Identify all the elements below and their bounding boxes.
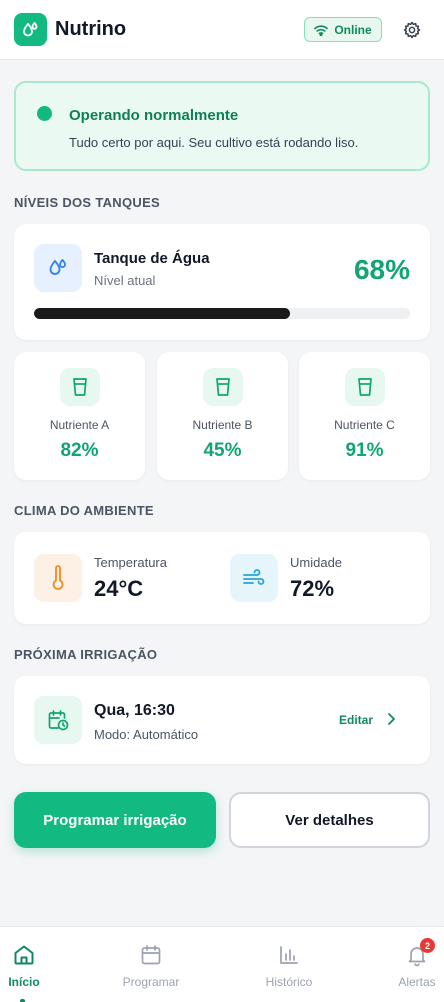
- nav-item-schedule[interactable]: Programar: [106, 927, 196, 1002]
- schedule-irrigation-button[interactable]: Programar irrigação: [14, 792, 216, 848]
- wifi-icon: [314, 24, 329, 36]
- water-drops-icon: [34, 244, 82, 292]
- nav-label-home: Início: [8, 975, 40, 989]
- water-level-bar-fill: [34, 308, 290, 319]
- alerts-count-badge: 2: [420, 938, 435, 953]
- water-level-bar: [34, 308, 410, 319]
- nav-item-history[interactable]: Histórico: [244, 927, 334, 1002]
- nav-item-home[interactable]: Início: [0, 927, 69, 1002]
- status-message: Tudo certo por aqui. Seu cultivo está ro…: [69, 135, 359, 150]
- home-icon: [14, 945, 34, 965]
- nav-item-alerts[interactable]: 2 Alertas: [372, 927, 444, 1002]
- water-tank-percent: 68%: [353, 254, 410, 285]
- nutrient-label: Nutriente B: [192, 418, 253, 432]
- cup-icon: [345, 368, 385, 406]
- calendar-icon: [141, 945, 161, 965]
- online-status-label: Online: [334, 22, 372, 37]
- chevron-right-icon[interactable]: [386, 712, 396, 726]
- climate-card: Temperatura 24°C Umidade 72%: [14, 532, 430, 624]
- gear-icon[interactable]: [402, 20, 422, 40]
- temperature-value: 24°C: [94, 576, 144, 601]
- temperature-label: Temperatura: [94, 555, 167, 570]
- water-drops-icon: [14, 13, 47, 46]
- humidity-label: Umidade: [290, 555, 343, 570]
- nutrient-label: Nutriente C: [334, 418, 395, 432]
- status-banner: Operando normalmente Tudo certo por aqui…: [14, 81, 430, 171]
- calendar-clock-icon: [34, 696, 82, 744]
- nav-label-history: Histórico: [265, 975, 313, 989]
- nav-label-alerts: Alertas: [398, 975, 436, 989]
- nutrient-card-b[interactable]: Nutriente B 45%: [157, 352, 288, 480]
- water-tank-sublabel: Nível atual: [94, 273, 156, 288]
- app-title: Nutrino: [55, 18, 127, 40]
- humidity-value: 72%: [290, 576, 335, 601]
- section-title-irrigation: PRÓXIMA IRRIGAÇÃO: [14, 647, 158, 662]
- nav-label-schedule: Programar: [122, 975, 180, 989]
- section-title-climate: CLIMA DO AMBIENTE: [14, 503, 154, 518]
- bar-chart-icon: [280, 946, 298, 964]
- nutrient-card-a[interactable]: Nutriente A 82%: [14, 352, 145, 480]
- view-details-button[interactable]: Ver detalhes: [229, 792, 430, 848]
- nutrient-value: 82%: [60, 440, 99, 461]
- cup-icon: [203, 368, 243, 406]
- app-header: Nutrino Online: [0, 0, 444, 60]
- wind-icon: [230, 554, 278, 602]
- nutrient-value: 91%: [345, 440, 384, 461]
- nutrient-label: Nutriente A: [49, 418, 110, 432]
- cup-icon: [60, 368, 100, 406]
- water-tank-card[interactable]: Tanque de Água Nível atual 68%: [14, 224, 430, 340]
- water-tank-name: Tanque de Água: [94, 250, 210, 267]
- irrigation-mode: Modo: Automático: [94, 727, 199, 742]
- nutrient-value: 45%: [203, 440, 242, 461]
- online-status-badge: Online: [304, 17, 382, 42]
- bottom-navigation: Início Programar Histórico 2 Alertas: [0, 926, 444, 1002]
- thermometer-icon: [34, 554, 82, 602]
- next-irrigation-card[interactable]: Qua, 16:30 Modo: Automático Editar: [14, 676, 430, 764]
- irrigation-datetime: Qua, 16:30: [94, 702, 175, 719]
- status-indicator-dot: [37, 106, 52, 121]
- edit-irrigation-link[interactable]: Editar: [339, 713, 373, 727]
- nutrient-card-c[interactable]: Nutriente C 91%: [299, 352, 430, 480]
- status-title: Operando normalmente: [69, 107, 239, 124]
- section-title-tanks: NÍVEIS DOS TANQUES: [14, 195, 161, 210]
